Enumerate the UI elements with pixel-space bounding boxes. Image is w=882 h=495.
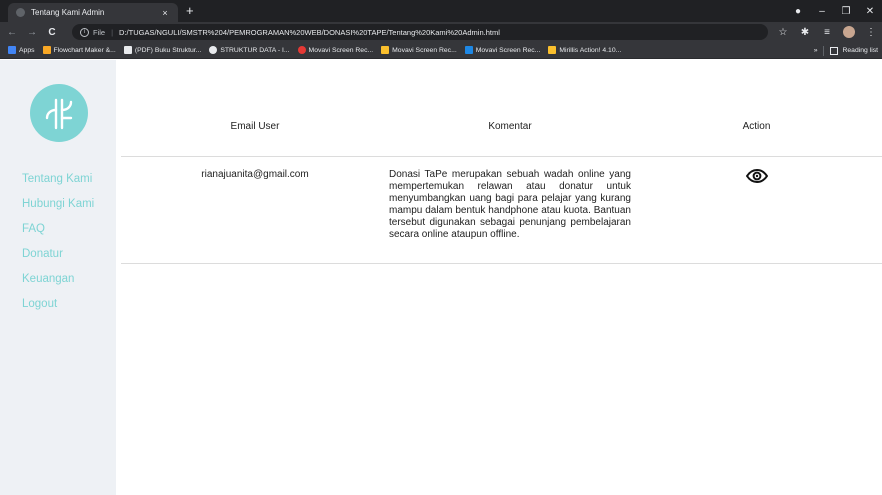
bookmark-item[interactable]: Movavi Screen Rec...: [464, 46, 540, 54]
sidebar-item-faq[interactable]: FAQ: [22, 222, 94, 247]
tape-logo: [30, 84, 88, 142]
restore-icon[interactable]: ❐: [834, 6, 858, 17]
profile-avatar[interactable]: [843, 26, 855, 38]
info-icon[interactable]: i: [80, 27, 89, 37]
bookmark-item[interactable]: Mirillis Action! 4.10...: [548, 46, 621, 54]
browser-tab[interactable]: Tentang Kami Admin ×: [8, 3, 178, 22]
page-content: Tentang Kami Hubungi Kami FAQ Donatur Ke…: [0, 60, 882, 495]
globe-icon: [16, 8, 25, 17]
reading-list-button[interactable]: Reading list: [842, 47, 878, 54]
comment-text: Donasi TaPe merupakan sebuah wadah onlin…: [389, 168, 631, 240]
browser-tab-strip: Tentang Kami Admin × + ● – ❐ ✕: [0, 0, 882, 22]
eye-icon[interactable]: [745, 168, 768, 183]
new-tab-button[interactable]: +: [186, 3, 194, 19]
column-header-email: Email User: [121, 60, 389, 157]
divider: [823, 45, 825, 56]
bookmark-apps[interactable]: Apps: [8, 46, 35, 54]
reading-list-icon[interactable]: [830, 46, 839, 55]
toolbar-icons: ☆ ✱ ≡ ⋮: [772, 22, 882, 42]
bookmark-item[interactable]: STRUKTUR DATA - I...: [209, 46, 290, 54]
menu-icon[interactable]: ⋮: [860, 27, 882, 38]
bookmark-item[interactable]: Movavi Screen Rec...: [297, 46, 373, 54]
window-controls: ● – ❐ ✕: [786, 0, 882, 22]
sidebar-item-logout[interactable]: Logout: [22, 297, 94, 322]
forward-icon[interactable]: →: [24, 27, 40, 38]
comments-table: Email User Komentar Action rianajuanita@…: [121, 60, 882, 264]
bookmarks-bar: Apps Flowchart Maker &... (PDF) Buku Str…: [0, 42, 882, 59]
apps-grid-icon: [8, 46, 16, 54]
sidebar-menu: Tentang Kami Hubungi Kami FAQ Donatur Ke…: [22, 172, 94, 322]
profile-dot-icon[interactable]: ●: [786, 6, 810, 17]
url-text: D:/TUGAS/NGULI/SMSTR%204/PEMROGRAMAN%20W…: [119, 27, 500, 37]
star-icon[interactable]: ☆: [772, 27, 794, 38]
sidebar-item-tentang-kami[interactable]: Tentang Kami: [22, 172, 94, 197]
media-icon[interactable]: ≡: [816, 27, 838, 38]
browser-toolbar: ← → C i File | D:/TUGAS/NGULI/SMSTR%204/…: [0, 22, 882, 42]
google-icon: [209, 46, 218, 54]
extensions-icon[interactable]: ✱: [794, 27, 816, 38]
column-header-comment: Komentar: [389, 60, 631, 157]
url-separator: |: [111, 27, 114, 37]
sidebar-item-keuangan[interactable]: Keuangan: [22, 272, 94, 297]
more-bookmarks-button[interactable]: »: [814, 47, 818, 54]
minimize-icon[interactable]: –: [810, 6, 834, 17]
comment-cell: Donasi TaPe merupakan sebuah wadah onlin…: [389, 156, 631, 264]
back-icon[interactable]: ←: [4, 27, 20, 38]
url-scheme: File: [93, 27, 106, 37]
academia-icon: [123, 46, 132, 54]
column-header-action: Action: [631, 60, 882, 157]
sidebar-item-donatur[interactable]: Donatur: [22, 247, 94, 272]
movavi-icon: [297, 46, 306, 54]
bookmark-item[interactable]: (PDF) Buku Struktur...: [123, 46, 201, 54]
movavi-icon: [464, 46, 473, 54]
table-row: rianajuanita@gmail.com Donasi TaPe merup…: [121, 156, 882, 264]
sidebar: Tentang Kami Hubungi Kami FAQ Donatur Ke…: [0, 60, 116, 495]
drawio-icon: [42, 46, 51, 54]
bookmarks-right: » Reading list: [814, 42, 878, 58]
tab-title: Tentang Kami Admin: [31, 8, 105, 17]
table-header-row: Email User Komentar Action: [121, 60, 882, 157]
mirillis-icon: [548, 46, 557, 54]
tape-logo-icon: [45, 98, 73, 130]
movavi-icon: [381, 46, 390, 54]
email-cell: rianajuanita@gmail.com: [121, 156, 389, 264]
action-cell: [631, 156, 882, 264]
address-bar[interactable]: i File | D:/TUGAS/NGULI/SMSTR%204/PEMROG…: [72, 24, 768, 40]
close-tab-icon[interactable]: ×: [158, 8, 172, 18]
reload-icon[interactable]: C: [44, 27, 60, 38]
sidebar-item-hubungi-kami[interactable]: Hubungi Kami: [22, 197, 94, 222]
bookmark-item[interactable]: Movavi Screen Rec...: [381, 46, 457, 54]
close-window-icon[interactable]: ✕: [858, 6, 882, 17]
bookmark-item[interactable]: Flowchart Maker &...: [42, 46, 116, 54]
